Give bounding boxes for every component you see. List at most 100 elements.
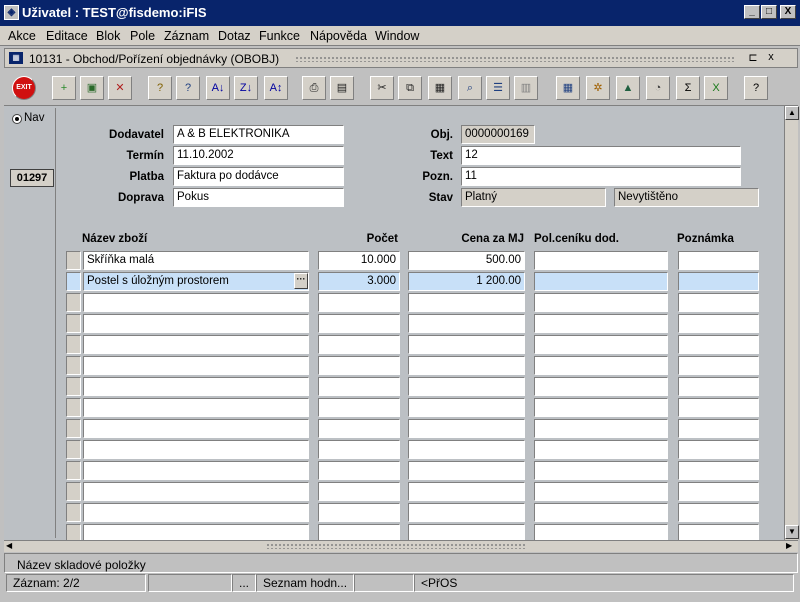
termin-field[interactable]: 11.10.2002 [173,146,344,165]
menu-window[interactable]: Window [375,29,419,43]
cell-cena[interactable]: 1 200.00 [408,272,525,291]
cell-nazev-zbozi[interactable]: Skříňka malá [83,251,309,270]
dodavatel-field[interactable]: A & B ELEKTRONIKA [173,125,344,144]
cell-poznamka[interactable] [678,503,759,522]
cell-nazev-zbozi[interactable]: Postel s úložným prostorem [83,272,309,291]
tools-icon[interactable]: ✲ [586,76,610,100]
print-icon[interactable]: ⎙ [302,76,326,100]
cell-pocet[interactable] [318,503,400,522]
cell-poznamka[interactable] [678,377,759,396]
menu-editace[interactable]: Editace [46,29,88,43]
sort-multi-icon[interactable]: A↕ [264,76,288,100]
cut-icon[interactable]: ✂ [370,76,394,100]
platba-field[interactable]: Faktura po dodávce [173,167,344,186]
cell-nazev-zbozi[interactable] [83,356,309,375]
clock-icon[interactable]: ◔ [646,76,670,100]
cell-pocet[interactable] [318,482,400,501]
paste-icon[interactable]: ▦ [428,76,452,100]
list-icon[interactable]: ☰ [486,76,510,100]
cell-cena[interactable] [408,335,525,354]
menu-napoveda[interactable]: Nápověda [310,29,367,43]
help-icon[interactable]: ? [744,76,768,100]
row-indicator[interactable] [66,377,81,396]
insert-record-icon[interactable]: + [52,76,76,100]
cell-pocet[interactable] [318,335,400,354]
horizontal-scrollbar[interactable]: ◀ ▶ [4,540,798,552]
cell-nazev-zbozi[interactable] [83,398,309,417]
cell-cena[interactable]: 500.00 [408,251,525,270]
save-icon[interactable]: ▣ [80,76,104,100]
row-indicator[interactable] [66,419,81,438]
cell-cena[interactable] [408,440,525,459]
cell-poznamka[interactable] [678,461,759,480]
execute-query-icon[interactable]: ? [176,76,200,100]
menu-pole[interactable]: Pole [130,29,155,43]
cell-cena[interactable] [408,377,525,396]
cell-nazev-zbozi[interactable] [83,482,309,501]
cell-pocet[interactable]: 3.000 [318,272,400,291]
cell-nazev-zbozi[interactable] [83,314,309,333]
cell-pocet[interactable] [318,440,400,459]
scroll-grip[interactable] [266,543,526,549]
cell-nazev-zbozi[interactable] [83,377,309,396]
pozn-field[interactable]: 11 [461,167,741,186]
cell-pol-ceniku[interactable] [534,377,668,396]
scroll-right-icon[interactable]: ▶ [786,541,792,550]
cell-pol-ceniku[interactable] [534,272,668,291]
menu-dotaz[interactable]: Dotaz [218,29,251,43]
row-indicator[interactable] [66,461,81,480]
maximize-button[interactable]: □ [761,5,777,19]
cell-pol-ceniku[interactable] [534,482,668,501]
find-icon[interactable]: ⌕ [458,76,482,100]
lov-button[interactable]: ··· [294,273,308,289]
cell-pocet[interactable] [318,314,400,333]
vertical-scrollbar[interactable]: ▲ ▼ [784,106,799,540]
minimize-button[interactable]: _ [744,5,760,19]
cell-nazev-zbozi[interactable] [83,503,309,522]
cell-cena[interactable] [408,419,525,438]
menu-funkce[interactable]: Funkce [259,29,300,43]
row-indicator[interactable] [66,482,81,501]
sort-asc-icon[interactable]: A↓ [206,76,230,100]
row-indicator[interactable] [66,251,81,270]
row-indicator[interactable] [66,293,81,312]
cell-cena[interactable] [408,293,525,312]
cell-pol-ceniku[interactable] [534,461,668,480]
cell-nazev-zbozi[interactable] [83,419,309,438]
row-indicator[interactable] [66,356,81,375]
cell-pocet[interactable] [318,377,400,396]
print-preview-icon[interactable]: ▤ [330,76,354,100]
row-indicator[interactable] [66,335,81,354]
cell-pol-ceniku[interactable] [534,335,668,354]
cell-pol-ceniku[interactable] [534,251,668,270]
exit-icon[interactable]: EXIT [12,76,36,100]
cell-pol-ceniku[interactable] [534,356,668,375]
cell-pocet[interactable] [318,293,400,312]
cell-cena[interactable] [408,461,525,480]
copy-icon[interactable]: ⧉ [398,76,422,100]
cell-poznamka[interactable] [678,440,759,459]
row-indicator[interactable] [66,272,81,291]
query-icon[interactable]: ? [148,76,172,100]
cell-cena[interactable] [408,503,525,522]
cell-poznamka[interactable] [678,335,759,354]
cell-nazev-zbozi[interactable] [83,293,309,312]
cell-nazev-zbozi[interactable] [83,440,309,459]
nav-radio[interactable] [12,114,22,124]
excel-icon[interactable]: X [704,76,728,100]
cell-pol-ceniku[interactable] [534,293,668,312]
sum-icon[interactable]: Σ [676,76,700,100]
cell-nazev-zbozi[interactable] [83,335,309,354]
cell-cena[interactable] [408,314,525,333]
cell-pocet[interactable] [318,419,400,438]
cell-pocet[interactable] [318,398,400,417]
cell-poznamka[interactable] [678,482,759,501]
cell-poznamka[interactable] [678,419,759,438]
cell-cena[interactable] [408,482,525,501]
cell-poznamka[interactable] [678,398,759,417]
cell-poznamka[interactable] [678,356,759,375]
cell-poznamka[interactable] [678,272,759,291]
menu-blok[interactable]: Blok [96,29,120,43]
cell-cena[interactable] [408,398,525,417]
scroll-left-icon[interactable]: ◀ [6,541,12,550]
